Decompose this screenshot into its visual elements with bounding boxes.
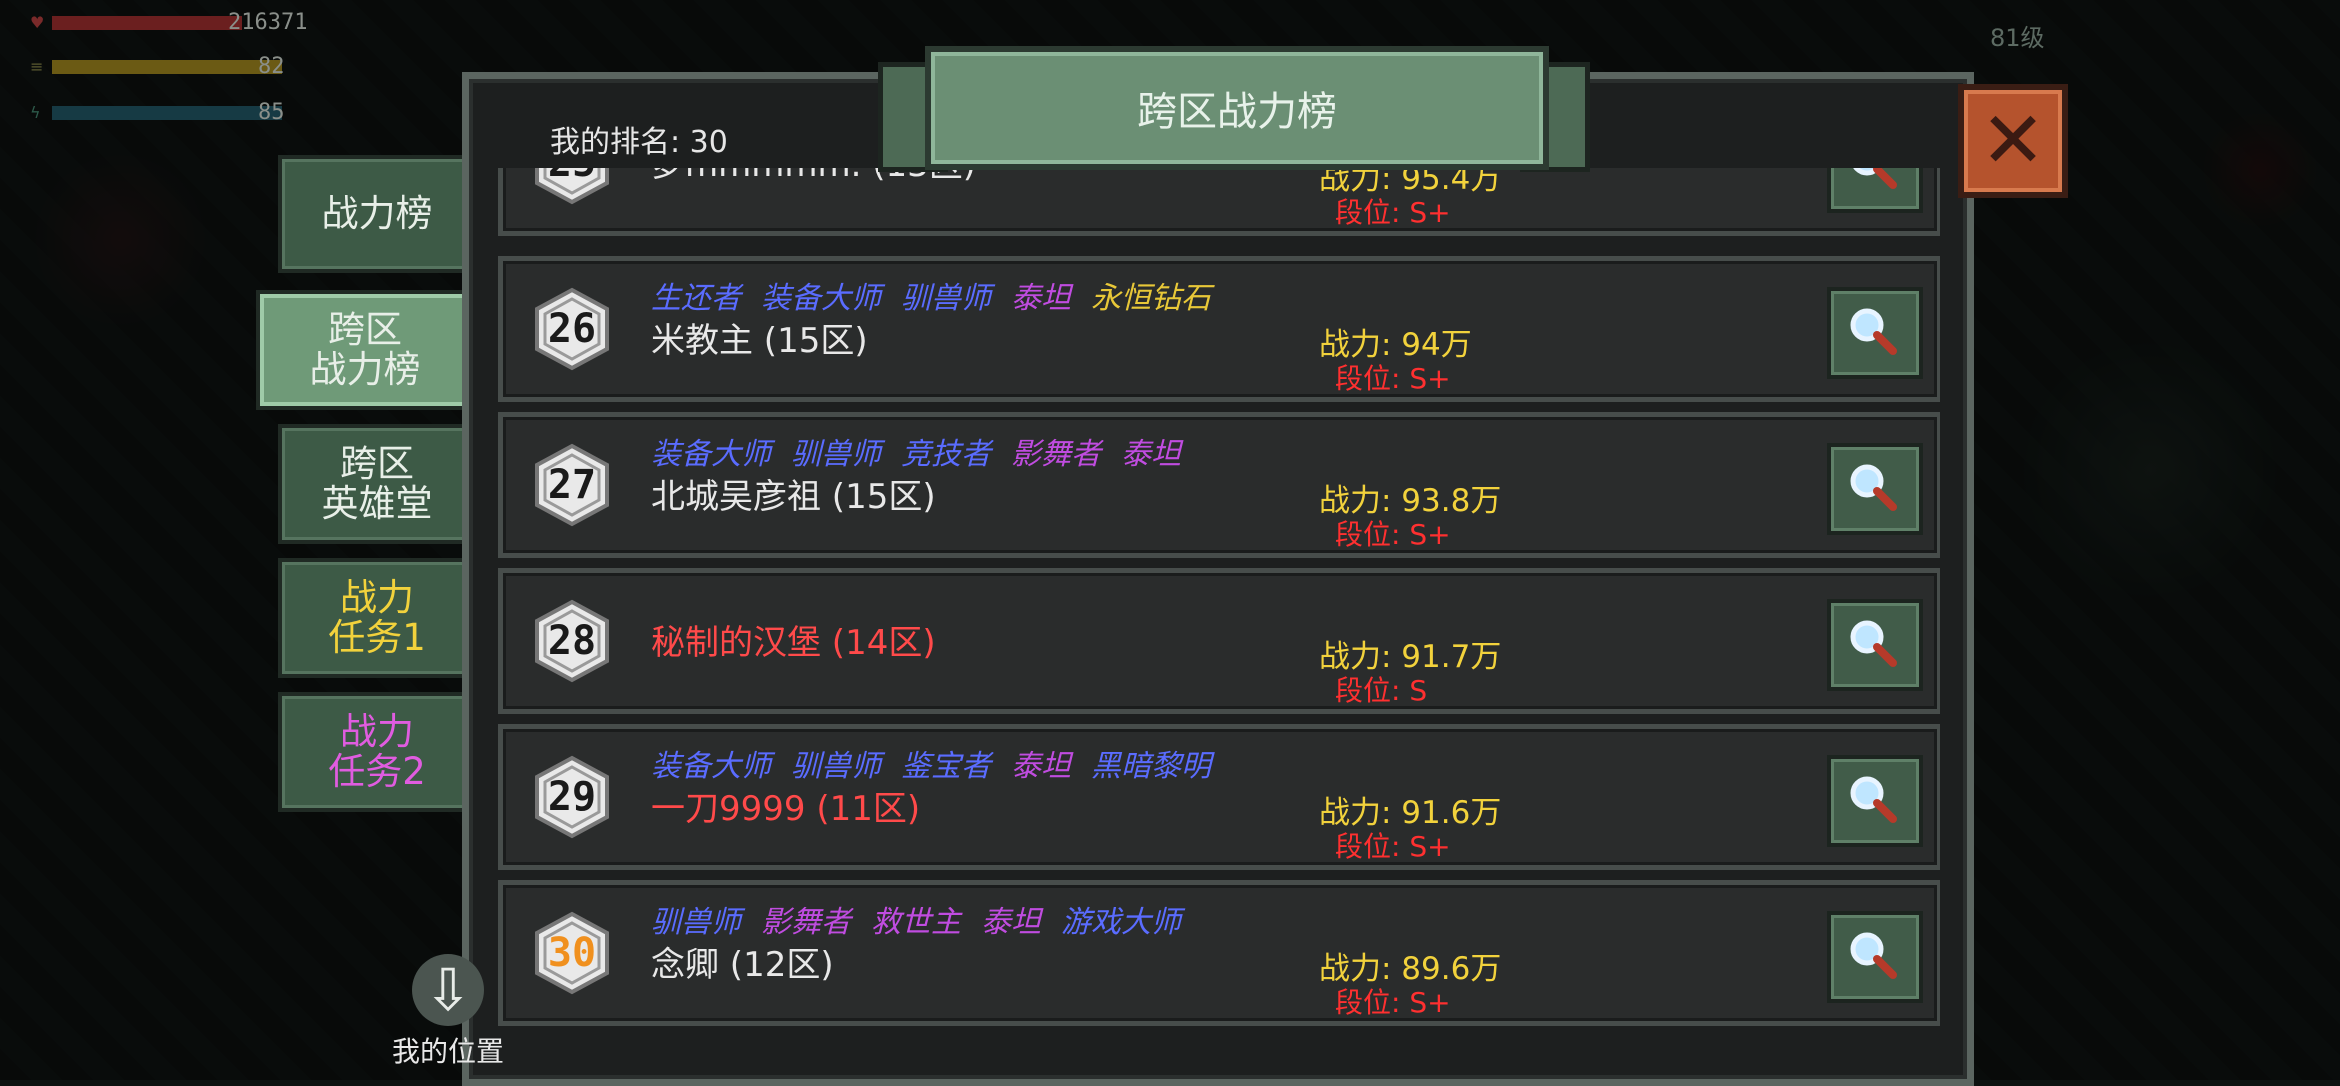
- mana-bar-fill: [52, 106, 282, 120]
- player-titles: 生还者 装备大师 驯兽师 泰坦 永恒钻石: [651, 273, 1231, 317]
- player-tier: 段位: S+: [1335, 518, 1451, 551]
- energy-bar: ≡: [30, 57, 282, 76]
- heart-icon: ♥: [30, 13, 45, 32]
- rank-number: 27: [547, 462, 597, 508]
- player-title: 游戏大师: [1061, 905, 1181, 940]
- ranking-row[interactable]: 25梦mmmmm. (13区)战力: 95.4万段位: S+: [498, 168, 1940, 236]
- rank-number: 28: [547, 618, 597, 664]
- bolt-icon: ϟ: [30, 103, 41, 122]
- my-position-label: 我的位置: [391, 1035, 504, 1068]
- hp-bar: ♥: [30, 13, 242, 32]
- ranking-row[interactable]: 28 秘制的汉堡 (14区) 战力: 91.7万 段位: S: [498, 568, 1940, 714]
- view-player-button[interactable]: [1827, 443, 1923, 535]
- my-rank-text: 我的排名: 30: [550, 125, 728, 160]
- player-title: 泰坦: [1011, 749, 1071, 784]
- rank-number: 30: [547, 930, 597, 976]
- player-name: 米教主 (15区): [651, 321, 868, 361]
- player-tier: 段位: S+: [1335, 830, 1451, 863]
- close-button[interactable]: ✕: [1958, 84, 2068, 198]
- player-title: 驯兽师: [791, 749, 881, 784]
- player-title: 装备大师: [651, 749, 771, 784]
- tab-power-task-1[interactable]: 战力 任务1: [278, 558, 476, 678]
- energy-bar-fill: [52, 60, 282, 74]
- mana-value: 85: [258, 100, 285, 125]
- energy-value: 82: [258, 54, 285, 79]
- player-name: 秘制的汉堡 (14区): [651, 623, 936, 663]
- view-player-button[interactable]: [1827, 168, 1923, 213]
- ranking-row[interactable]: 27 装备大师 驯兽师 竞技者 影舞者 泰坦 北城吴彦祖 (15区) 战力: 93.8万 段位:…: [498, 412, 1940, 558]
- player-title: 驯兽师: [791, 437, 881, 472]
- rank-badge: 25: [533, 168, 611, 205]
- player-title: 影舞者: [761, 905, 851, 940]
- view-player-button[interactable]: [1827, 911, 1923, 1003]
- view-player-button[interactable]: [1827, 599, 1923, 691]
- player-tier: 段位: S+: [1335, 362, 1451, 395]
- player-name: 念卿 (12区): [651, 945, 834, 985]
- rank-badge: 29: [533, 755, 611, 839]
- player-title: 泰坦: [1011, 281, 1071, 316]
- close-x-icon: ✕: [1980, 96, 2046, 186]
- ranking-row[interactable]: 26 生还者 装备大师 驯兽师 泰坦 永恒钻石 米教主 (15区) 战力: 94万 段位: S+: [498, 256, 1940, 402]
- view-player-button[interactable]: [1827, 287, 1923, 379]
- tab-power-ranking[interactable]: 战力榜: [278, 155, 476, 273]
- rank-badge: 30: [533, 911, 611, 995]
- player-tier: 段位: S+: [1335, 986, 1451, 1019]
- rank-number: 26: [547, 306, 597, 352]
- hp-bar-fill: [52, 16, 242, 30]
- ranking-list[interactable]: 25梦mmmmm. (13区)战力: 95.4万段位: S+26生还者装备大师驯…: [494, 168, 1940, 1048]
- hp-value: 216371: [228, 10, 308, 35]
- player-title: 驯兽师: [651, 905, 741, 940]
- player-titles: 装备大师 驯兽师 鉴宝者 泰坦 黑暗黎明: [651, 741, 1231, 785]
- panel-title: 跨区战力榜: [925, 46, 1549, 170]
- player-title: 救世主: [871, 905, 961, 940]
- tab-power-task-2[interactable]: 战力 任务2: [278, 692, 476, 812]
- down-arrow-icon: ⇩: [412, 954, 484, 1026]
- rank-number: 29: [547, 774, 597, 820]
- player-tier: 段位: S: [1335, 674, 1428, 707]
- level-text: 81级: [1990, 24, 2045, 52]
- player-title: 竞技者: [901, 437, 991, 472]
- player-title: 黑暗黎明: [1091, 749, 1211, 784]
- player-title: 鉴宝者: [901, 749, 991, 784]
- player-title: 永恒钻石: [1091, 281, 1211, 316]
- player-title: 装备大师: [651, 437, 771, 472]
- ranking-row[interactable]: 30 驯兽师 影舞者 救世主 泰坦 游戏大师 念卿 (12区) 战力: 89.6万 段位: S+: [498, 880, 1940, 1026]
- player-name: 一刀9999 (11区): [651, 789, 921, 829]
- player-name: 北城吴彦祖 (15区): [651, 477, 936, 517]
- tab-cross-server-power-ranking[interactable]: 跨区 战力榜: [256, 290, 474, 410]
- stack-icon: ≡: [30, 57, 44, 76]
- ranking-row[interactable]: 29 装备大师 驯兽师 鉴宝者 泰坦 黑暗黎明 一刀9999 (11区) 战力: 91.6万段…: [498, 724, 1940, 870]
- rank-badge: 26: [533, 287, 611, 371]
- player-title: 泰坦: [981, 905, 1041, 940]
- rank-badge: 27: [533, 443, 611, 527]
- my-position-button[interactable]: ⇩ 我的位置: [388, 954, 508, 1070]
- player-titles: 驯兽师 影舞者 救世主 泰坦 游戏大师: [651, 897, 1201, 941]
- view-player-button[interactable]: [1827, 755, 1923, 847]
- player-title: 生还者: [651, 281, 741, 316]
- tab-cross-server-hall-of-heroes[interactable]: 跨区 英雄堂: [278, 424, 476, 544]
- rank-number: 25: [533, 168, 611, 205]
- player-title: 装备大师: [761, 281, 881, 316]
- player-title: 泰坦: [1121, 437, 1181, 472]
- player-titles: 装备大师 驯兽师 竞技者 影舞者 泰坦: [651, 429, 1201, 473]
- player-title: 驯兽师: [901, 281, 991, 316]
- rank-badge: 28: [533, 599, 611, 683]
- mana-bar: ϟ: [30, 103, 282, 122]
- player-title: 影舞者: [1011, 437, 1101, 472]
- player-tier: 段位: S+: [1335, 196, 1451, 229]
